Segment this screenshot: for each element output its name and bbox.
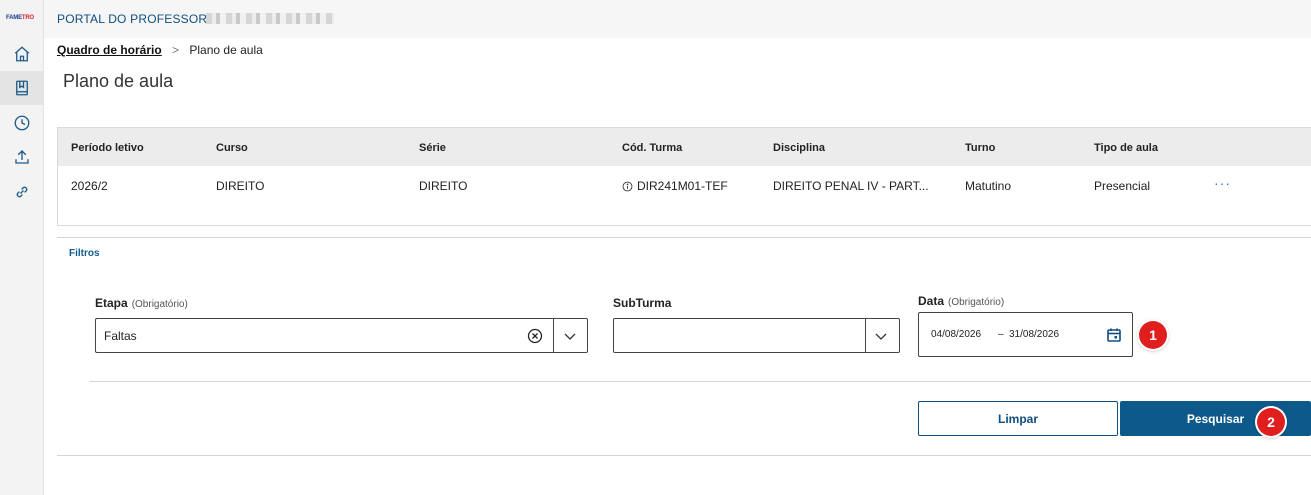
select-divider [553,319,554,352]
breadcrumb-current: Plano de aula [189,43,263,57]
select-divider [865,319,866,352]
cod-turma-value: DIR241M01-TEF [637,179,728,193]
etapa-value: Faltas [104,329,137,343]
portal-title: PORTAL DO PROFESSOR > L [57,12,229,26]
cell-periodo: 2026/2 [71,179,108,193]
cell-serie: DIREITO [419,179,468,193]
date-end: 31/08/2026 [1009,329,1060,340]
calendar-icon[interactable] [1106,327,1122,343]
cell-curso: DIREITO [216,179,265,193]
annotation-marker-1: 1 [1139,321,1167,349]
sidebar-item-schedule[interactable] [0,106,43,140]
cell-turno: Matutino [965,179,1012,193]
divider [57,237,1311,238]
header-turno: Turno [965,142,996,154]
date-range-field[interactable]: 04/08/2026 – 31/08/2026 [918,312,1133,357]
header-periodo: Período letivo [71,142,144,154]
top-bar: PORTAL DO PROFESSOR > L [44,0,1311,38]
clock-icon [14,115,29,131]
subturma-label: SubTurma [613,296,672,310]
redacted-text [206,13,334,24]
header-cod-turma: Cód. Turma [622,142,683,154]
book-icon [15,80,28,96]
class-info-table: Período letivo Curso Série Cód. Turma Di… [57,127,1311,226]
clear-button[interactable]: Limpar [918,401,1118,436]
date-start: 04/08/2026 [931,329,982,340]
upload-icon [14,150,29,164]
page-title: Plano de aula [63,71,174,91]
cell-disciplina: DIREITO PENAL IV - PART... [773,179,929,193]
sidebar-item-plans[interactable] [0,71,43,105]
etapa-select[interactable]: Faltas [95,318,588,353]
header-curso: Curso [216,142,248,154]
more-actions-button[interactable]: ··· [1214,175,1231,191]
header-serie: Série [419,142,446,154]
cell-cod-turma: DIR241M01-TEF [622,179,728,193]
etapa-label: Etapa (Obrigatório) [95,296,188,310]
annotation-marker-2: 2 [1257,408,1285,436]
date-dash: – [998,329,1004,340]
chevron-down-icon[interactable] [562,328,578,344]
link-icon [16,186,27,198]
divider [57,455,1311,456]
app-logo: FAMETRO [6,15,34,21]
info-icon[interactable] [622,181,633,192]
sidebar-item-home[interactable] [0,37,43,71]
data-label: Data (Obrigatório) [918,294,1005,308]
header-tipo-aula: Tipo de aula [1094,142,1158,154]
breadcrumb-link-schedule[interactable]: Quadro de horário [57,43,162,57]
subturma-select[interactable] [613,318,900,353]
home-icon [14,46,29,62]
chevron-down-icon[interactable] [873,328,889,344]
breadcrumb: Quadro de horário > Plano de aula [57,43,263,57]
header-disciplina: Disciplina [773,142,825,154]
breadcrumb-separator: > [172,43,180,57]
divider [90,381,1311,382]
sidebar: FAMETRO [0,0,44,495]
cell-tipo-aula: Presencial [1094,179,1151,193]
filters-title: Filtros [69,248,100,259]
sidebar-item-links[interactable] [0,175,43,209]
clear-circle-icon[interactable] [527,328,543,344]
sidebar-item-upload[interactable] [0,140,43,174]
